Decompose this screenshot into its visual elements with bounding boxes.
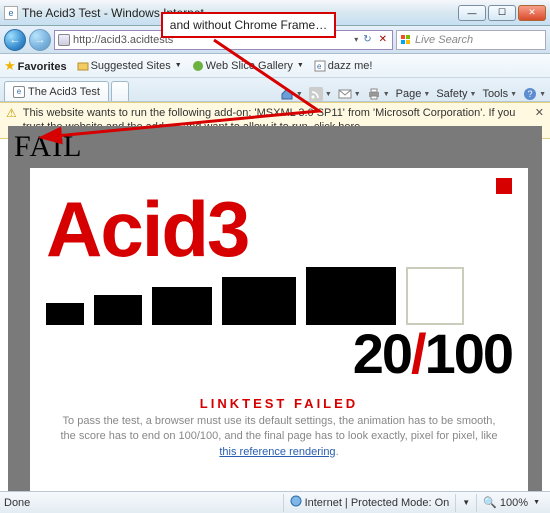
status-zone: Internet | Protected Mode: On [283, 494, 456, 512]
forward-button[interactable]: → [29, 29, 51, 51]
back-button[interactable]: ← [4, 29, 26, 51]
warning-icon: ⚠ [6, 106, 17, 120]
search-provider-icon [400, 34, 412, 46]
page-icon [58, 34, 70, 46]
favorites-item-webslice[interactable]: Web Slice Gallery▼ [192, 60, 304, 72]
help-button[interactable]: ?▼ [523, 87, 546, 101]
mail-icon [338, 87, 352, 101]
feed-icon [309, 87, 323, 101]
score-numerator: 20 [353, 322, 411, 385]
zoom-icon: 🔍 [483, 496, 497, 509]
score-display: 20/100 [46, 321, 512, 386]
svg-text:e: e [317, 62, 322, 71]
help-icon: ? [523, 87, 537, 101]
svg-text:?: ? [528, 89, 533, 99]
zoom-control[interactable]: 🔍 100% ▼ [476, 494, 546, 512]
status-mode-toggle[interactable]: ▼ [455, 494, 476, 512]
tab-acid3[interactable]: e The Acid3 Test [4, 81, 109, 101]
annotation-callout: and without Chrome Frame… [161, 12, 336, 38]
folder-icon [77, 60, 89, 72]
linktest-failed-label: LINKTEST FAILED [46, 396, 512, 411]
stop-button[interactable]: ✕ [377, 34, 389, 45]
print-button[interactable]: ▼ [367, 87, 390, 101]
webslice-icon [192, 60, 204, 72]
red-square-indicator [496, 178, 512, 194]
acid3-heading: Acid3 [46, 184, 512, 275]
internet-zone-icon [290, 495, 302, 510]
acid3-result-box: Acid3 20/100 LINKTEST FAILED To pass the… [30, 168, 528, 491]
score-denominator: 100 [425, 322, 512, 385]
window-favicon: e [4, 6, 18, 20]
infobar-close-icon[interactable]: ✕ [535, 106, 544, 119]
address-dropdown-icon[interactable]: ▾ [354, 35, 358, 44]
link-icon: e [314, 60, 326, 72]
description-text: To pass the test, a browser must use its… [54, 414, 504, 460]
search-placeholder: Live Search [415, 34, 473, 46]
favorites-item-suggested[interactable]: Suggested Sites▼ [77, 60, 182, 72]
minimize-button[interactable]: — [458, 5, 486, 21]
search-box[interactable]: Live Search [396, 30, 546, 50]
reference-rendering-link[interactable]: this reference rendering [219, 446, 335, 458]
fail-label: FAIL [14, 130, 82, 164]
content-area: FAIL Acid3 20/100 LINKTEST FAILED To pas… [8, 126, 542, 491]
refresh-button[interactable]: ↻ [361, 34, 373, 45]
tools-menu[interactable]: Tools▼ [482, 88, 517, 100]
progress-bars [46, 267, 512, 325]
home-button[interactable]: ▼ [280, 87, 303, 101]
page-menu[interactable]: Page▼ [396, 88, 431, 100]
mail-button[interactable]: ▼ [338, 87, 361, 101]
safety-menu[interactable]: Safety▼ [436, 88, 476, 100]
tab-bar: e The Acid3 Test ▼ ▼ ▼ ▼ Page▼ Safety▼ T… [0, 78, 550, 102]
status-done: Done [4, 497, 30, 509]
star-icon: ★ [4, 58, 16, 73]
favorites-item-dazz[interactable]: e dazz me! [314, 60, 373, 72]
tab-favicon: e [13, 86, 25, 98]
favorites-bar: ★Favorites Suggested Sites▼ Web Slice Ga… [0, 54, 550, 78]
print-icon [367, 87, 381, 101]
maximize-button[interactable]: ☐ [488, 5, 516, 21]
url-text: http://acid3.acidtests [73, 34, 173, 46]
score-slash: / [411, 322, 425, 385]
home-icon [280, 87, 294, 101]
zoom-level: 100% [500, 497, 528, 509]
favorites-button[interactable]: ★Favorites [4, 58, 67, 74]
tab-title: The Acid3 Test [28, 86, 100, 98]
new-tab-button[interactable] [111, 81, 129, 101]
status-bar: Done Internet | Protected Mode: On ▼ 🔍 1… [0, 491, 550, 513]
feeds-button[interactable]: ▼ [309, 87, 332, 101]
close-button[interactable]: ✕ [518, 5, 546, 21]
